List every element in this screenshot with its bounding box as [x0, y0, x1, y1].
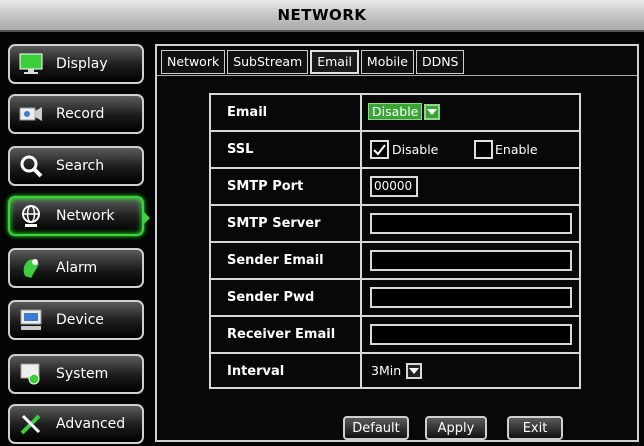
checkmark-icon — [373, 143, 386, 156]
sender-email-field[interactable] — [370, 250, 572, 271]
monitor-icon — [18, 51, 44, 77]
sidebar-item-search[interactable]: Search — [8, 146, 144, 186]
sidebar-item-label: System — [56, 366, 109, 382]
receiver-email-field[interactable] — [370, 324, 572, 345]
email-select-value: Disable — [368, 103, 423, 120]
camera-icon — [18, 101, 44, 127]
globe-icon — [18, 203, 44, 229]
sidebar-item-label: Record — [56, 106, 105, 122]
sidebar-item-label: Alarm — [56, 260, 98, 276]
sidebar-item-record[interactable]: Record — [8, 94, 144, 134]
sender-pwd-label: Sender Pwd — [211, 280, 362, 315]
sender-email-row: Sender Email — [211, 243, 579, 280]
tab-email[interactable]: Email — [310, 50, 359, 74]
magnifier-icon — [18, 153, 44, 179]
email-row: Email Disable — [211, 95, 579, 132]
smtp-server-row: SMTP Server — [211, 206, 579, 243]
sidebar: Display Record Search Network Alarm Devi… — [8, 44, 150, 446]
smtp-port-field[interactable]: 00000 — [370, 176, 418, 197]
interval-select-value: 3Min — [371, 363, 402, 378]
chevron-down-icon[interactable] — [406, 362, 423, 379]
email-label: Email — [211, 95, 362, 130]
ssl-row: SSL Disable Enable — [211, 132, 579, 169]
smtp-server-field[interactable] — [370, 213, 572, 234]
sidebar-item-alarm[interactable]: Alarm — [8, 248, 144, 288]
title-bar: NETWORK — [0, 0, 644, 32]
tab-substream[interactable]: SubStream — [227, 50, 309, 74]
window-title: NETWORK — [277, 6, 367, 24]
tab-network[interactable]: Network — [161, 50, 226, 74]
dvr-window: NETWORK Display Record Search Network Al… — [0, 0, 644, 446]
interval-row: Interval 3Min — [211, 354, 579, 389]
sidebar-item-label: Search — [56, 158, 105, 174]
apply-button[interactable]: Apply — [425, 416, 487, 440]
sidebar-item-device[interactable]: Device — [8, 300, 144, 340]
sidebar-item-network[interactable]: Network — [8, 196, 150, 236]
tab-ddns[interactable]: DDNS — [415, 50, 465, 74]
default-button[interactable]: Default — [343, 416, 409, 440]
ssl-disable-checkbox[interactable] — [370, 140, 389, 159]
tab-bar: Network SubStream Email Mobile DDNS — [161, 50, 466, 76]
system-icon — [18, 361, 44, 387]
sidebar-item-display[interactable]: Display — [8, 44, 144, 84]
chevron-down-icon[interactable] — [424, 103, 441, 120]
sidebar-item-label: Advanced — [56, 416, 126, 432]
receiver-email-row: Receiver Email — [211, 317, 579, 354]
ssl-label: SSL — [211, 132, 362, 167]
sender-pwd-row: Sender Pwd — [211, 280, 579, 317]
sidebar-item-system[interactable]: System — [8, 354, 144, 394]
ssl-enable-label: Enable — [495, 142, 538, 157]
sender-pwd-field[interactable] — [370, 287, 572, 308]
smtp-port-row: SMTP Port 00000 — [211, 169, 579, 206]
interval-label: Interval — [211, 354, 362, 389]
smtp-server-label: SMTP Server — [211, 206, 362, 241]
exit-button[interactable]: Exit — [507, 416, 563, 440]
sidebar-item-advanced[interactable]: Advanced — [8, 404, 144, 444]
ssl-enable-checkbox[interactable] — [474, 140, 493, 159]
tools-icon — [18, 411, 44, 437]
tab-divider — [157, 75, 637, 76]
email-select[interactable]: Disable — [368, 100, 441, 123]
tab-mobile[interactable]: Mobile — [360, 50, 414, 74]
sender-email-label: Sender Email — [211, 243, 362, 278]
smtp-port-label: SMTP Port — [211, 169, 362, 204]
alarm-icon — [18, 255, 44, 281]
receiver-email-label: Receiver Email — [211, 317, 362, 352]
device-icon — [18, 307, 44, 333]
active-indicator — [142, 210, 150, 226]
email-settings-table: Email Disable SSL Disable Enable SMTP Po… — [209, 93, 581, 389]
sidebar-item-label: Device — [56, 312, 104, 328]
sidebar-item-label: Display — [56, 56, 108, 72]
ssl-disable-label: Disable — [392, 142, 439, 157]
interval-select[interactable]: 3Min — [368, 359, 423, 382]
settings-panel: Network SubStream Email Mobile DDNS Emai… — [155, 44, 639, 442]
sidebar-item-label: Network — [56, 208, 115, 224]
